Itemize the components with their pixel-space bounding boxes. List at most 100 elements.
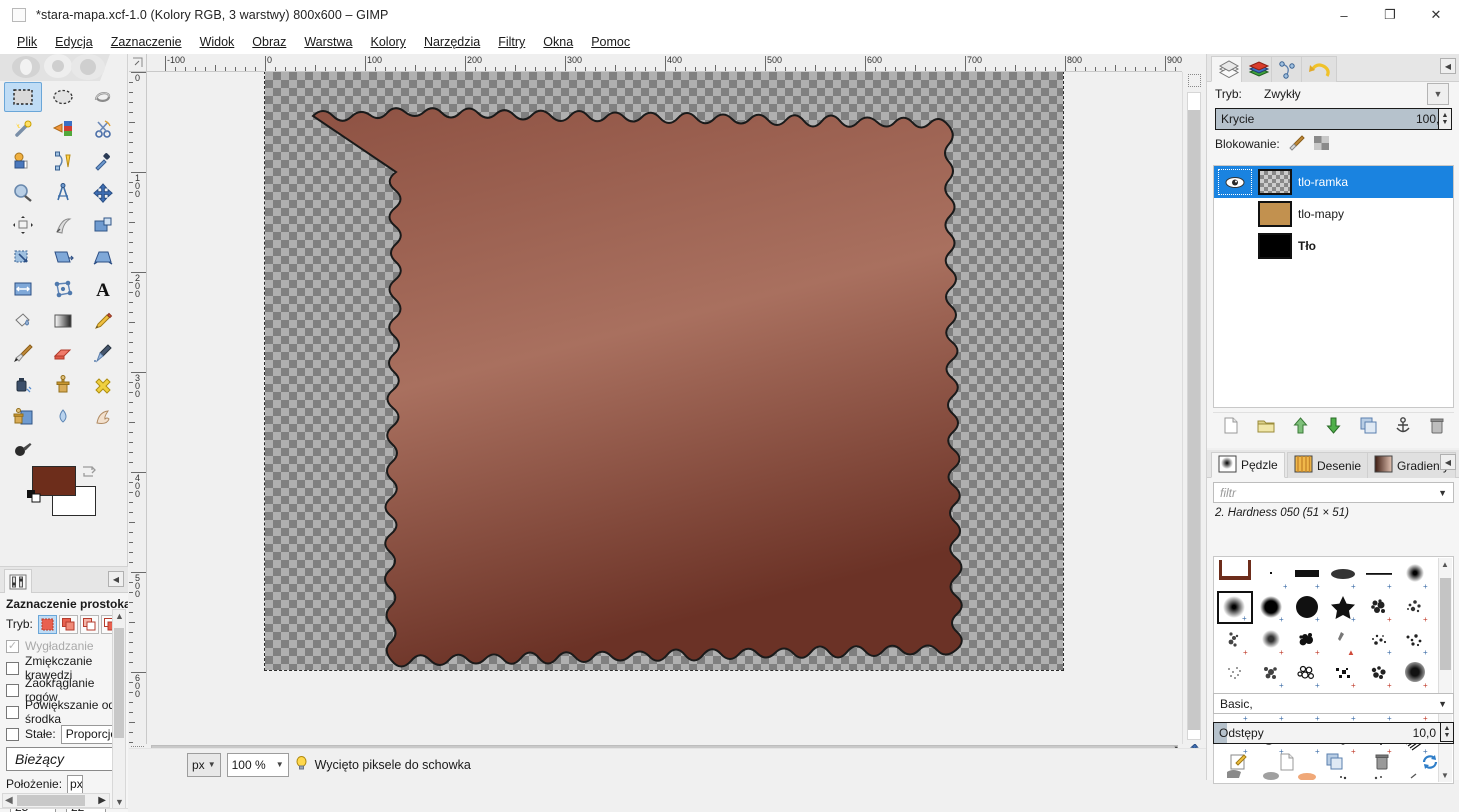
scroll-left-icon[interactable]: ◀ [5, 795, 13, 806]
tool-gradient[interactable] [44, 306, 82, 336]
brush-item[interactable] [1217, 558, 1253, 591]
tool-options-scroll-thumb[interactable] [114, 628, 124, 738]
menu-warstwa[interactable]: Warstwa [295, 32, 361, 52]
zoom-selector[interactable]: 100 % ▼ [226, 752, 289, 777]
menu-widok[interactable]: Widok [191, 32, 244, 52]
spacing-spinner[interactable]: ▲ ▼ [1440, 722, 1454, 742]
canvas-viewport[interactable] [147, 72, 1182, 744]
vertical-ruler[interactable]: 0 100 200 300 400 500 600 [129, 72, 147, 744]
canvas-vertical-scrollbar[interactable] [1182, 72, 1206, 744]
brush-item[interactable]: + [1289, 591, 1325, 624]
menu-plik[interactable]: Plik [8, 32, 46, 52]
brush-item[interactable]: + [1217, 624, 1253, 657]
tool-rotate[interactable] [4, 242, 42, 272]
duplicate-brush-icon[interactable] [1326, 753, 1343, 773]
brush-item[interactable]: + [1253, 657, 1289, 690]
brush-item[interactable]: + [1361, 591, 1397, 624]
menu-okna[interactable]: Okna [534, 32, 582, 52]
tool-bucket-fill[interactable] [4, 306, 42, 336]
brush-item[interactable]: + [1361, 624, 1397, 657]
tab-undo-history[interactable] [1301, 56, 1337, 82]
ruler-corner-unit-button[interactable] [129, 54, 147, 72]
brush-filter-input[interactable]: filtr ▼ [1213, 482, 1454, 503]
expand-from-center-checkbox[interactable] [6, 705, 19, 719]
layer-visibility-placeholder-2[interactable] [1218, 233, 1252, 259]
lock-alpha-icon[interactable] [1313, 135, 1330, 154]
tab-patterns[interactable]: Desenie [1287, 452, 1369, 478]
brush-item[interactable]: + [1253, 624, 1289, 657]
position-unit-combo[interactable]: px [67, 774, 84, 794]
canvas-vscroll-thumb[interactable] [1188, 110, 1200, 730]
menu-narzedzia[interactable]: Narzędzia [415, 32, 489, 52]
brush-item[interactable]: + [1397, 558, 1433, 591]
lower-layer-icon[interactable] [1326, 417, 1342, 437]
tool-crop[interactable] [84, 210, 122, 240]
maximize-button[interactable]: ❐ [1367, 0, 1413, 30]
tool-align[interactable] [4, 210, 42, 240]
brush-item-hardness-050[interactable]: + [1217, 591, 1253, 624]
layer-opacity-slider[interactable]: Krycie 100,0 ▲ ▼ [1215, 108, 1452, 130]
fixed-aspect-combo[interactable]: Proporcje [60, 724, 119, 744]
lock-pixels-icon[interactable] [1288, 134, 1305, 154]
tool-rect-select[interactable] [4, 82, 42, 112]
tool-paintbrush[interactable] [4, 338, 42, 368]
spacing-spin-down-icon[interactable]: ▼ [1444, 732, 1451, 739]
mode-add-button[interactable] [58, 614, 78, 634]
brush-item[interactable]: + [1325, 558, 1361, 591]
tool-perspective-clone[interactable] [4, 402, 42, 432]
tool-clone[interactable] [44, 370, 82, 400]
tool-eraser[interactable] [44, 338, 82, 368]
menu-zaznaczenie[interactable]: Zaznaczenie [102, 32, 191, 52]
tool-measure[interactable] [44, 178, 82, 208]
tool-options-dock-menu[interactable]: ◀ [108, 571, 124, 587]
menu-kolory[interactable]: Kolory [362, 32, 415, 52]
tool-options-vertical-scrollbar[interactable]: ▲ ▼ [112, 609, 126, 809]
tool-move[interactable] [84, 178, 122, 208]
tool-ellipse-select[interactable] [44, 82, 82, 112]
fixed-row[interactable]: Stałe: Proporcje [0, 723, 128, 745]
delete-brush-icon[interactable] [1374, 753, 1390, 773]
horizontal-ruler[interactable]: -100 0 100 200 300 400 500 600 700 800 900 [147, 54, 1182, 72]
brush-item[interactable]: + [1397, 624, 1433, 657]
tool-color-picker[interactable] [84, 146, 122, 176]
brush-item[interactable]: + [1289, 624, 1325, 657]
opacity-spin-up-icon[interactable]: ▲ [1442, 112, 1449, 119]
brush-item[interactable]: + [1397, 591, 1433, 624]
layer-row-tlo-ramka[interactable]: tlo-ramka [1214, 166, 1453, 198]
layer-mode-combo[interactable]: Zwykły ▼ [1261, 83, 1452, 105]
brush-item[interactable]: + [1325, 657, 1361, 690]
tool-pencil[interactable] [84, 306, 122, 336]
brush-item[interactable]: + [1361, 657, 1397, 690]
tab-brushes[interactable]: Pędzle [1211, 452, 1285, 478]
tool-warp-transform[interactable] [44, 210, 82, 240]
brush-item[interactable]: + [1289, 558, 1325, 591]
tool-paths[interactable] [44, 146, 82, 176]
tool-free-select[interactable] [84, 82, 122, 112]
layer-list[interactable]: tlo-ramka tlo-mapy Tło [1213, 165, 1454, 408]
brush-spacing-slider[interactable]: Odstępy 10,0 ▲ ▼ [1213, 722, 1454, 744]
minimize-button[interactable]: – [1321, 0, 1367, 30]
menu-filtry[interactable]: Filtry [489, 32, 534, 52]
anchor-layer-icon[interactable] [1395, 416, 1411, 437]
mode-subtract-button[interactable] [79, 614, 99, 634]
edit-brush-icon[interactable] [1229, 753, 1247, 774]
layer-row-tlo-mapy[interactable]: tlo-mapy [1214, 198, 1453, 230]
tool-scale[interactable] [44, 242, 82, 272]
layer-row-tlo[interactable]: Tło [1214, 230, 1453, 262]
scroll-up-icon[interactable]: ▲ [115, 611, 124, 621]
brush-filter-chevron-down-icon[interactable]: ▼ [1438, 488, 1447, 498]
tool-text[interactable]: A [84, 274, 122, 304]
brush-item[interactable]: ▲ [1325, 624, 1361, 657]
scroll-right-icon[interactable]: ▶ [98, 795, 106, 806]
tool-shear[interactable] [84, 242, 122, 272]
brush-scroll-up-icon[interactable]: ▲ [1441, 560, 1449, 569]
menu-obraz[interactable]: Obraz [243, 32, 295, 52]
tool-foreground-select[interactable] [4, 146, 42, 176]
tool-smudge[interactable] [84, 402, 122, 432]
tool-heal[interactable] [84, 370, 122, 400]
brush-item[interactable]: + [1325, 591, 1361, 624]
mode-replace-button[interactable] [37, 614, 57, 634]
brush-tag-combo[interactable]: Basic, ▼ [1213, 693, 1454, 714]
tool-dodge-burn[interactable] [4, 434, 42, 464]
tool-ink[interactable] [4, 370, 42, 400]
